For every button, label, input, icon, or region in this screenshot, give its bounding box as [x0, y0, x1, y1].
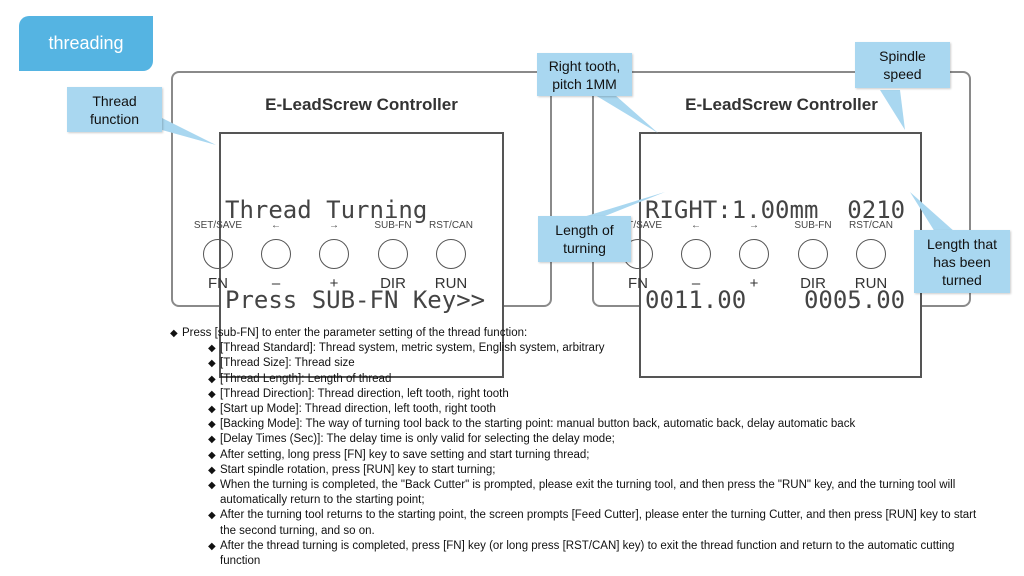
pointer-length-turned — [910, 192, 955, 232]
note-item: ◆ After the thread turning is completed, … — [208, 539, 990, 569]
note-item: ◆ Press [sub-FN] to enter the parameter s… — [170, 326, 990, 341]
callout-thread-function: Thread function — [67, 87, 162, 132]
diamond-bullet-icon: ◆ — [208, 464, 216, 476]
note-item: ◆ [Thread Size]: Thread size — [208, 356, 990, 371]
note-text: Start spindle rotation, press [RUN] key … — [220, 463, 496, 476]
diamond-bullet-icon: ◆ — [208, 540, 216, 552]
note-item: ◆ [Start up Mode]: Thread direction, left… — [208, 402, 990, 417]
diamond-bullet-icon: ◆ — [208, 434, 216, 446]
diamond-bullet-icon: ◆ — [208, 358, 216, 370]
callout-text: Length of turning — [555, 222, 614, 256]
diamond-bullet-icon: ◆ — [208, 419, 216, 431]
note-item: ◆ [Thread Standard]: Thread system, metri… — [208, 341, 990, 356]
callout-right-tooth: Right tooth, pitch 1MM — [537, 53, 632, 96]
note-text: [Thread Size]: Thread size — [220, 357, 355, 370]
note-item: ◆ [Thread Length]: Length of thread — [208, 372, 990, 387]
note-item: ◆ [Thread Direction]: Thread direction, l… — [208, 387, 990, 402]
note-text: After the turning tool returns to the st… — [220, 509, 977, 537]
pointer-right-tooth — [595, 95, 658, 133]
note-text: [Thread Length]: Length of thread — [220, 372, 392, 385]
note-text: [Thread Standard]: Thread system, metric… — [220, 342, 605, 355]
pointer-length-of-turning — [580, 192, 665, 218]
diamond-bullet-icon: ◆ — [208, 449, 216, 461]
pointer-spindle-speed — [880, 90, 905, 130]
callout-length-turned: Length that has been turned — [914, 230, 1010, 293]
note-text: [Start up Mode]: Thread direction, left … — [220, 403, 496, 416]
diamond-bullet-icon: ◆ — [208, 373, 216, 385]
callout-text: Length that has been turned — [926, 235, 998, 288]
diamond-bullet-icon: ◆ — [208, 343, 216, 355]
note-item: ◆ [Backing Mode]: The way of turning tool… — [208, 417, 990, 432]
note-text: [Delay Times (Sec)]: The delay time is o… — [220, 433, 615, 446]
diamond-bullet-icon: ◆ — [170, 328, 178, 339]
note-item: ◆ After setting, long press [FN] key to s… — [208, 448, 990, 463]
note-text: [Backing Mode]: The way of turning tool … — [220, 418, 856, 431]
diamond-bullet-icon: ◆ — [208, 404, 216, 416]
instruction-notes: ◆ Press [sub-FN] to enter the parameter s… — [170, 326, 990, 569]
note-text: After setting, long press [FN] key to sa… — [220, 448, 590, 461]
note-text: [Thread Direction]: Thread direction, le… — [220, 387, 509, 400]
note-text: Press [sub-FN] to enter the parameter se… — [182, 327, 528, 339]
callout-text: Right tooth, pitch 1MM — [548, 57, 621, 92]
note-text: When the turning is completed, the "Back… — [220, 479, 956, 507]
note-item: ◆ [Delay Times (Sec)]: The delay time is … — [208, 432, 990, 447]
diamond-bullet-icon: ◆ — [208, 510, 216, 522]
callout-length-of-turning: Length of turning — [538, 216, 631, 262]
callout-spindle-speed: Spindle speed — [855, 42, 950, 88]
diamond-bullet-icon: ◆ — [208, 480, 216, 492]
note-text: After the thread turning is completed, p… — [220, 539, 955, 568]
callout-text: Thread function — [89, 92, 140, 127]
note-item: ◆ After the turning tool returns to the s… — [208, 508, 990, 538]
note-item: ◆ When the turning is completed, the "Bac… — [208, 478, 990, 508]
diamond-bullet-icon: ◆ — [208, 388, 216, 400]
callout-text: Spindle speed — [879, 48, 926, 82]
note-item: ◆ Start spindle rotation, press [RUN] key… — [208, 463, 990, 478]
